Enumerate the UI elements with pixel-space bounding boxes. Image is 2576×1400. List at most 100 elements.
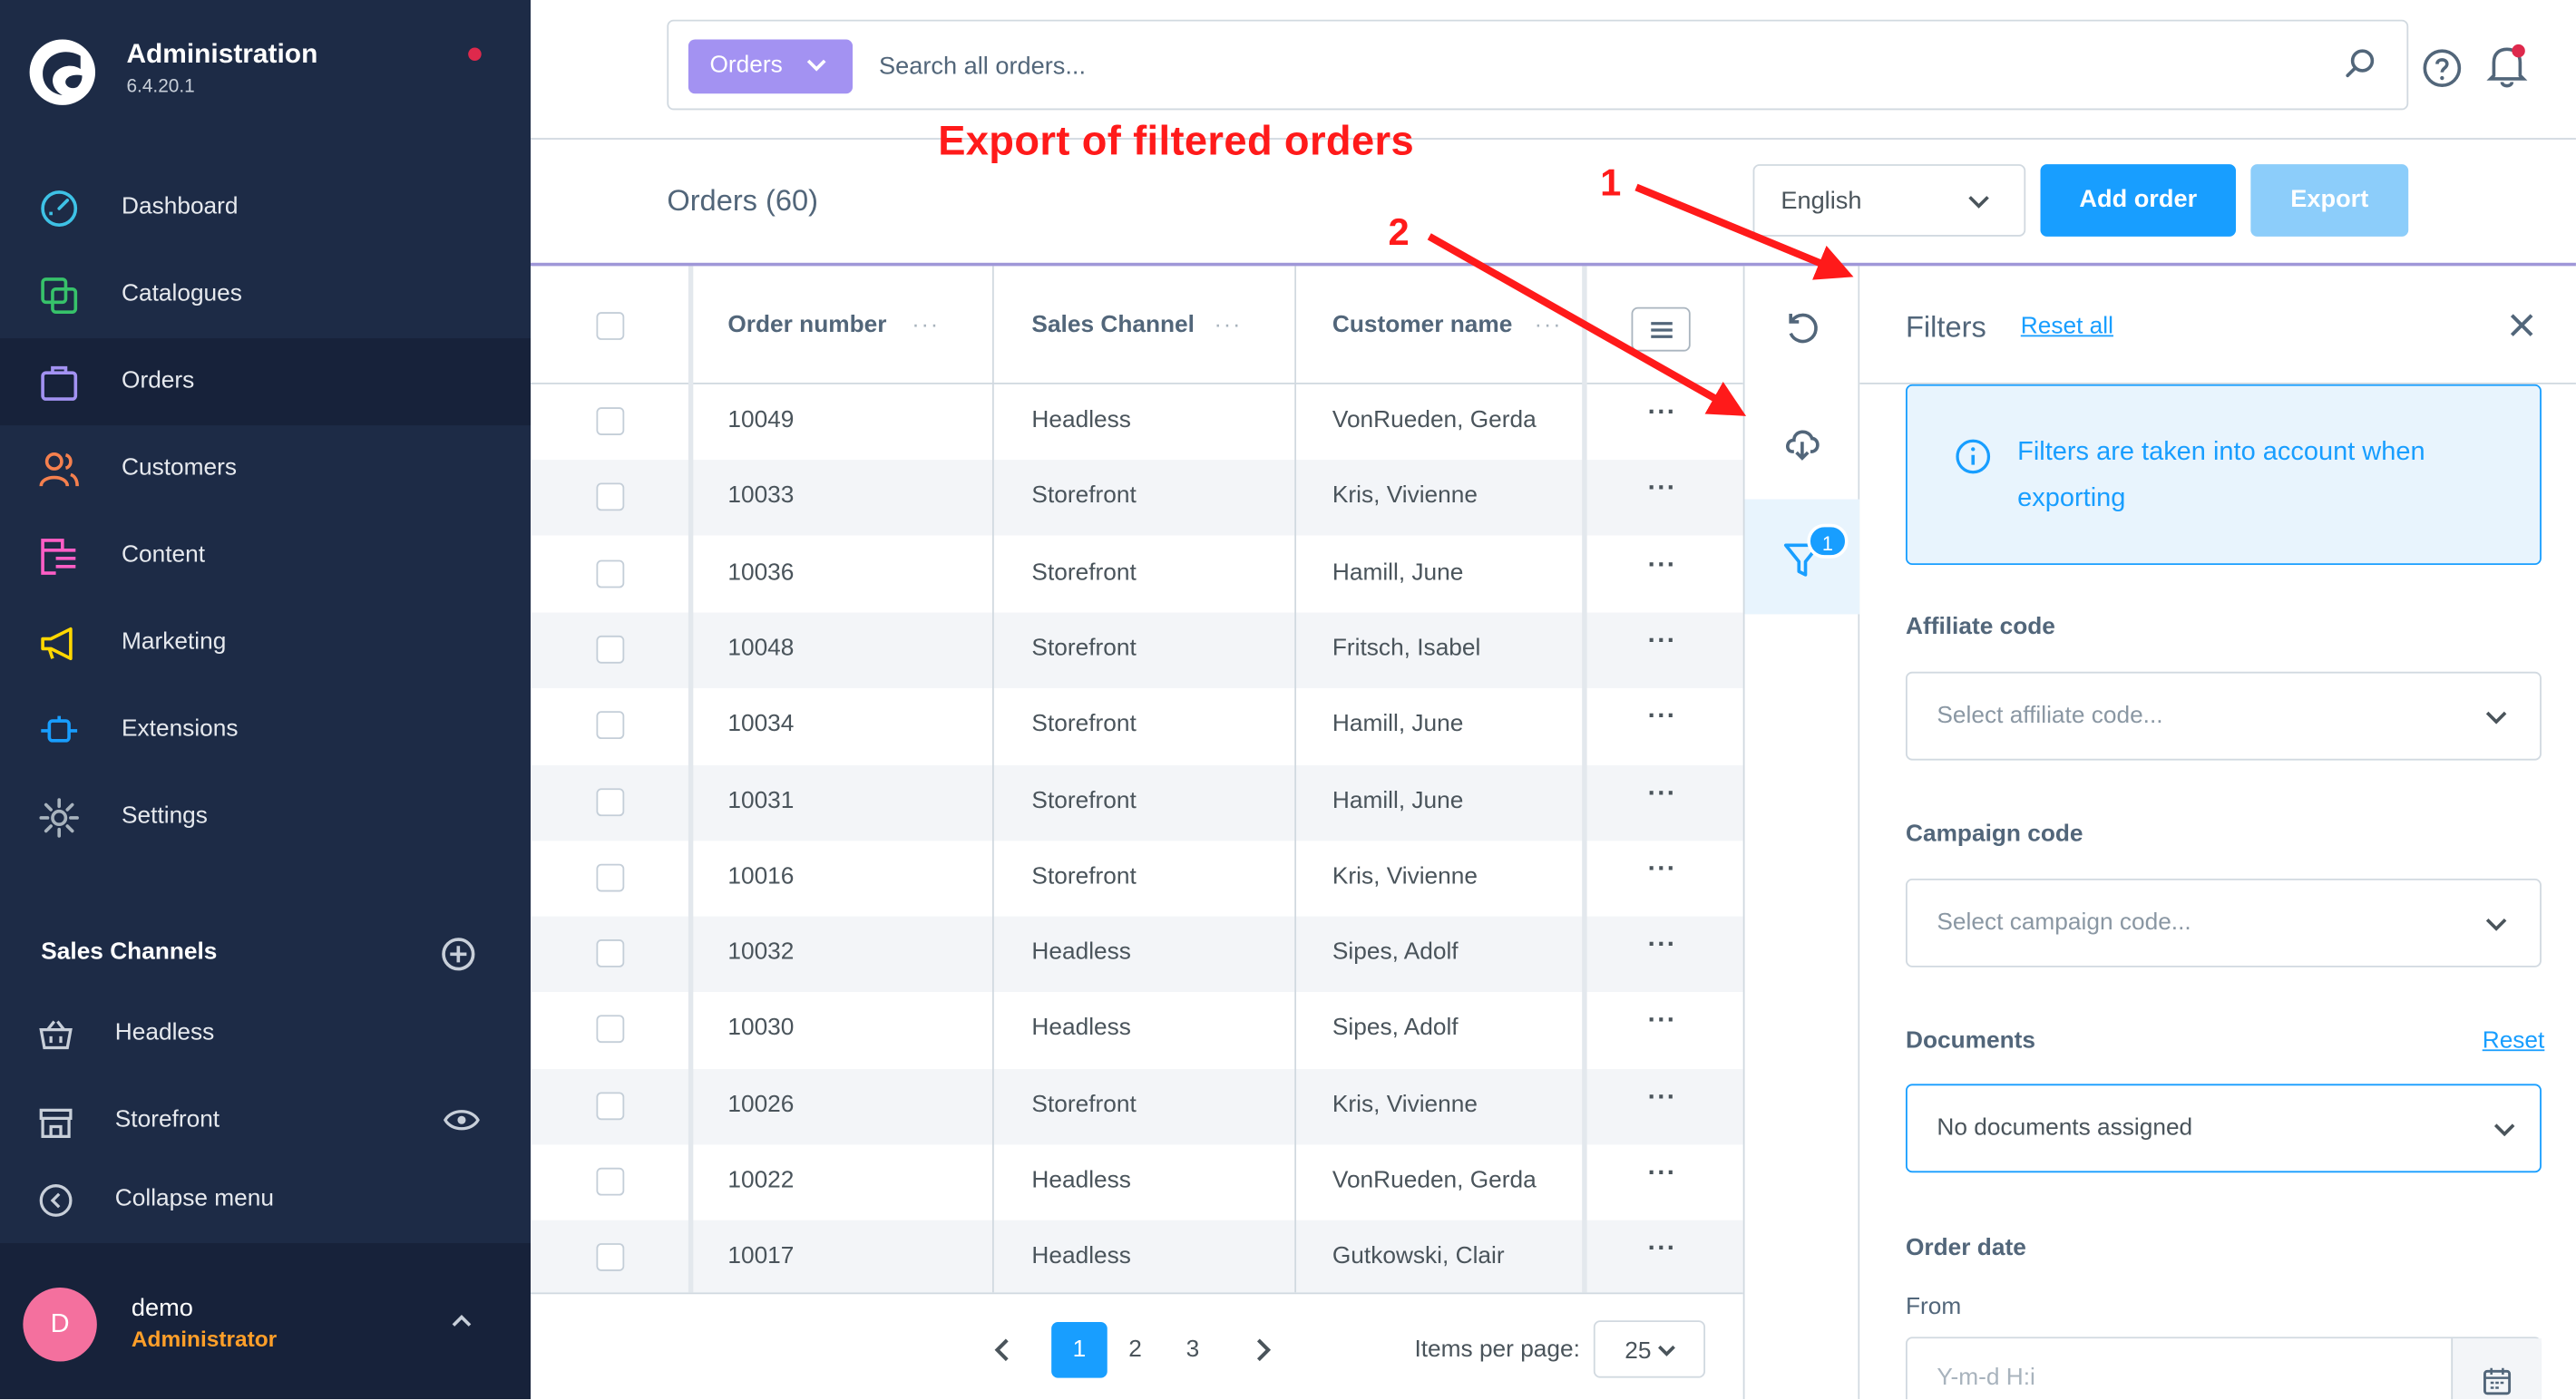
order-number-cell[interactable]: 10049 (727, 407, 794, 433)
row-checkbox[interactable] (596, 1167, 625, 1196)
row-checkbox[interactable] (596, 1016, 625, 1044)
reset-all-link[interactable]: Reset all (2021, 314, 2113, 340)
order-number-cell[interactable]: 10031 (727, 787, 794, 813)
order-number-cell[interactable]: 10036 (727, 559, 794, 586)
row-actions-button[interactable]: ··· (1648, 704, 1677, 734)
table-row[interactable]: 10032 Headless Sipes, Adolf ··· (531, 916, 1743, 993)
column-header-customer-name[interactable]: Customer name (1332, 312, 1512, 338)
table-row[interactable]: 10017 Headless Gutkowski, Clair ··· (531, 1220, 1743, 1293)
column-menu-button[interactable]: ··· (1535, 310, 1563, 336)
table-row[interactable]: 10031 Storefront Hamill, June ··· (531, 764, 1743, 841)
search-input[interactable] (878, 43, 2276, 89)
documents-select[interactable]: No documents assigned (1905, 1084, 2542, 1173)
calendar-button[interactable] (2451, 1338, 2542, 1400)
order-number-cell[interactable]: 10026 (727, 1092, 794, 1118)
row-actions-button[interactable]: ··· (1648, 475, 1677, 505)
order-number-cell[interactable]: 10022 (727, 1168, 794, 1194)
row-actions-button[interactable]: ··· (1648, 931, 1677, 961)
chevron-up-icon[interactable] (450, 1312, 473, 1328)
language-select[interactable]: English (1752, 164, 2026, 237)
order-number-cell[interactable]: 10034 (727, 712, 794, 738)
sidebar-item-customers[interactable]: Customers (0, 425, 531, 512)
page-button-1[interactable]: 1 (1051, 1322, 1107, 1378)
sidebar-item-catalogues[interactable]: Catalogues (0, 251, 531, 338)
column-menu-button[interactable]: ··· (1214, 310, 1242, 336)
row-actions-button[interactable]: ··· (1648, 779, 1677, 809)
table-row[interactable]: 10033 Storefront Kris, Vivienne ··· (531, 460, 1743, 536)
table-row[interactable]: 10022 Headless VonRueden, Gerda ··· (531, 1144, 1743, 1220)
sidebar-item-dashboard[interactable]: Dashboard (0, 164, 531, 251)
shopware-logo[interactable] (26, 36, 99, 109)
row-actions-button[interactable]: ··· (1648, 1160, 1677, 1190)
row-actions-button[interactable]: ··· (1648, 627, 1677, 657)
order-number-cell[interactable]: 10033 (727, 483, 794, 510)
row-checkbox[interactable] (596, 483, 625, 511)
items-per-page-select[interactable]: 25 (1593, 1320, 1706, 1378)
export-button[interactable]: Export (2250, 164, 2409, 237)
campaign-code-select[interactable]: Select campaign code... (1905, 878, 2542, 967)
row-checkbox[interactable] (596, 711, 625, 740)
row-checkbox[interactable] (596, 559, 625, 588)
help-icon[interactable] (2422, 48, 2463, 89)
collapse-menu-button[interactable]: Collapse menu (0, 1162, 531, 1238)
search-type-dropdown[interactable]: Orders (688, 39, 854, 94)
export-download-button[interactable] (1744, 384, 1859, 500)
page-button-2[interactable]: 2 (1107, 1322, 1164, 1378)
order-number-cell[interactable]: 10032 (727, 939, 794, 966)
row-checkbox[interactable] (596, 635, 625, 664)
affiliate-code-select[interactable]: Select affiliate code... (1905, 671, 2542, 761)
table-row[interactable]: 10048 Storefront Fritsch, Isabel ··· (531, 612, 1743, 688)
row-actions-button[interactable]: ··· (1648, 1007, 1677, 1037)
chevron-left-icon[interactable] (994, 1337, 1010, 1363)
row-checkbox[interactable] (596, 1243, 625, 1272)
add-sales-channel-icon[interactable] (440, 936, 476, 972)
close-icon[interactable] (2509, 312, 2535, 338)
order-date-from-field[interactable] (1905, 1337, 2542, 1400)
date-input[interactable] (1937, 1365, 2430, 1392)
column-header-sales-channel[interactable]: Sales Channel (1031, 312, 1195, 338)
sidebar-item-content[interactable]: Content (0, 512, 531, 599)
row-checkbox[interactable] (596, 1091, 625, 1120)
user-menu[interactable]: D demo Administrator (0, 1243, 532, 1400)
order-number-cell[interactable]: 10017 (727, 1244, 794, 1270)
row-checkbox[interactable] (596, 407, 625, 435)
sales-channel-headless[interactable]: Headless (0, 997, 531, 1072)
column-header-order-number[interactable]: Order number (727, 312, 886, 338)
documents-reset-link[interactable]: Reset (2483, 1028, 2545, 1055)
row-checkbox[interactable] (596, 787, 625, 816)
table-row[interactable]: 10030 Headless Sipes, Adolf ··· (531, 993, 1743, 1068)
table-row[interactable]: 10034 Storefront Hamill, June ··· (531, 688, 1743, 763)
column-settings-button[interactable] (1631, 306, 1691, 352)
row-actions-button[interactable]: ··· (1648, 551, 1677, 581)
select-all-checkbox[interactable] (596, 312, 625, 340)
order-number-cell[interactable]: 10030 (727, 1016, 794, 1042)
filter-export-info-text: Filters are taken into account when expo… (2017, 438, 2425, 513)
row-actions-button[interactable]: ··· (1648, 1084, 1677, 1113)
row-actions-button[interactable]: ··· (1648, 1236, 1677, 1266)
column-menu-button[interactable]: ··· (912, 310, 940, 336)
sidebar-item-orders[interactable]: Orders (0, 338, 532, 426)
row-actions-button[interactable]: ··· (1648, 399, 1677, 429)
chevron-right-icon[interactable] (1255, 1337, 1272, 1363)
page-button-3[interactable]: 3 (1165, 1322, 1221, 1378)
add-order-button[interactable]: Add order (2040, 164, 2237, 237)
order-number-cell[interactable]: 10016 (727, 863, 794, 890)
row-checkbox[interactable] (596, 939, 625, 967)
refresh-button[interactable] (1744, 269, 1859, 384)
table-row[interactable]: 10016 Storefront Kris, Vivienne ··· (531, 841, 1743, 916)
filter-button[interactable]: 1 (1744, 499, 1860, 615)
table-row[interactable]: 10036 Storefront Hamill, June ··· (531, 537, 1743, 612)
bell-icon[interactable] (2485, 43, 2528, 89)
search-icon[interactable] (2345, 48, 2377, 81)
row-actions-button[interactable]: ··· (1648, 855, 1677, 885)
customer-name-cell: Hamill, June (1332, 559, 1464, 586)
table-row[interactable]: 10049 Headless VonRueden, Gerda ··· (531, 384, 1743, 460)
order-number-cell[interactable]: 10048 (727, 636, 794, 662)
sales-channel-storefront[interactable]: Storefront (0, 1084, 531, 1159)
table-row[interactable]: 10026 Storefront Kris, Vivienne ··· (531, 1068, 1743, 1144)
row-checkbox[interactable] (596, 863, 625, 892)
sidebar-item-settings[interactable]: Settings (0, 773, 531, 860)
sidebar-item-extensions[interactable]: Extensions (0, 686, 531, 773)
sidebar-item-marketing[interactable]: Marketing (0, 599, 531, 686)
eye-icon[interactable] (444, 1107, 480, 1133)
